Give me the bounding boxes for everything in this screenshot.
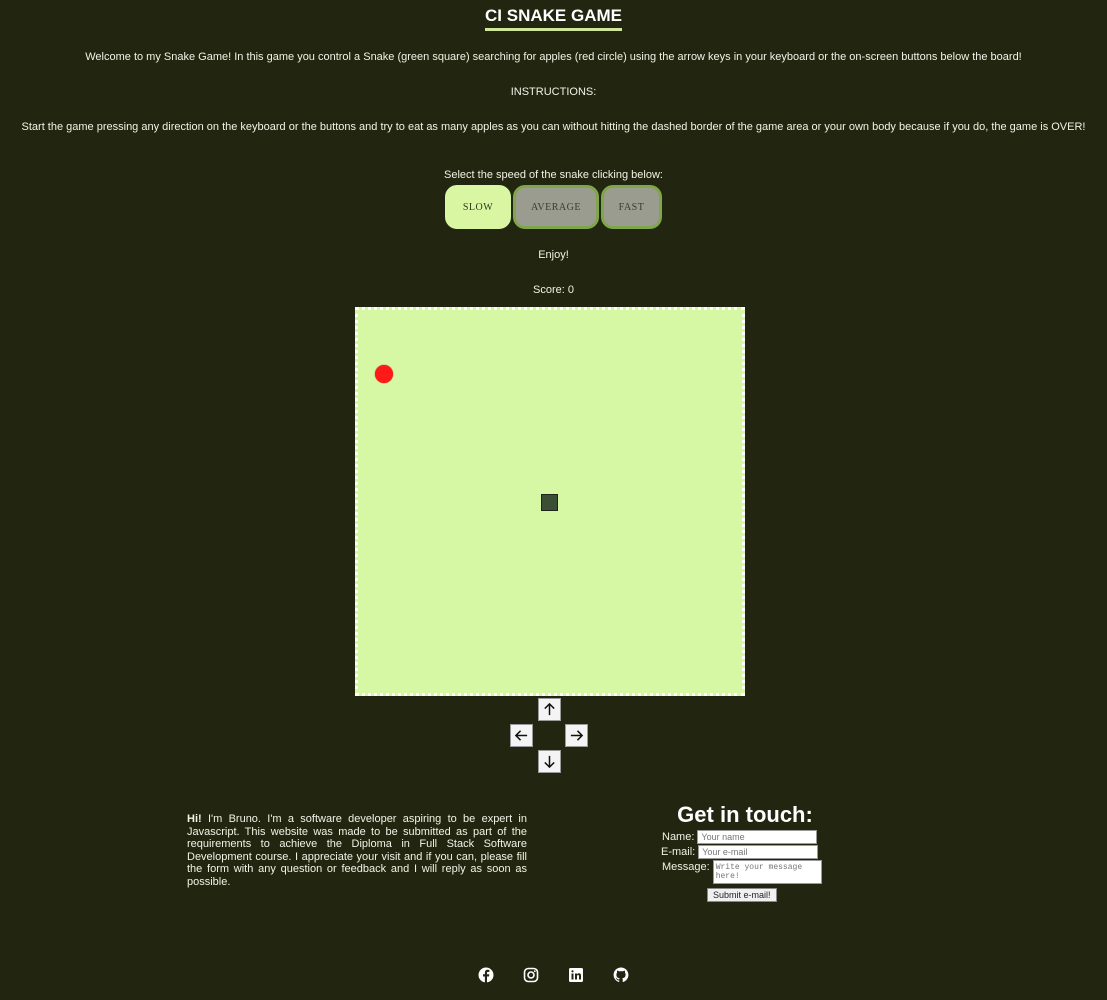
- name-label: Name:: [662, 831, 695, 843]
- arrow-right-icon: [570, 730, 584, 741]
- select-speed-text: Select the speed of the snake clicking b…: [444, 169, 663, 181]
- fast-speed-button[interactable]: FAST: [601, 185, 662, 229]
- name-field[interactable]: [697, 830, 818, 844]
- github-icon: [613, 967, 629, 983]
- page-header: CI SNAKE GAME: [0, 6, 1107, 31]
- instructions-text: Start the game pressing any direction on…: [21, 121, 1086, 133]
- average-speed-button[interactable]: AVERAGE: [513, 185, 599, 229]
- right-button[interactable]: [565, 724, 588, 747]
- arrow-up-icon: [544, 702, 555, 716]
- about-text: Hi! I'm Bruno. I'm a software developer …: [187, 813, 527, 888]
- score-display: Score: 0: [533, 284, 574, 296]
- email-field[interactable]: [698, 845, 819, 859]
- contact-heading: Get in touch:: [677, 802, 813, 827]
- message-label: Message:: [662, 861, 710, 873]
- down-button[interactable]: [538, 750, 561, 773]
- welcome-text: Welcome to my Snake Game! In this game y…: [85, 51, 1022, 63]
- github-link[interactable]: [613, 967, 629, 983]
- contact-form: Get in touch: Name: E-mail: Message: Sub…: [650, 802, 840, 902]
- email-label: E-mail:: [661, 846, 696, 858]
- facebook-link[interactable]: [478, 967, 494, 983]
- social-links: [0, 967, 1107, 983]
- email-row: E-mail:: [661, 845, 840, 859]
- left-button[interactable]: [510, 724, 533, 747]
- game-board: [355, 307, 745, 696]
- snake-head: [541, 494, 558, 511]
- enjoy-text: Enjoy!: [538, 249, 569, 261]
- facebook-icon: [478, 967, 494, 983]
- instagram-link[interactable]: [523, 967, 539, 983]
- speed-selector: SLOW AVERAGE FAST: [0, 185, 1107, 229]
- arrow-left-icon: [514, 730, 528, 741]
- instagram-icon: [523, 967, 539, 983]
- slow-speed-button[interactable]: SLOW: [445, 185, 511, 229]
- message-field[interactable]: [712, 860, 822, 884]
- name-row: Name:: [662, 830, 840, 844]
- page-title: CI SNAKE GAME: [485, 6, 622, 31]
- up-button[interactable]: [538, 698, 561, 721]
- instructions-heading: INSTRUCTIONS:: [510, 86, 597, 98]
- submit-button[interactable]: Submit e-mail!: [707, 888, 777, 902]
- about-greeting: Hi!: [187, 813, 202, 825]
- linkedin-link[interactable]: [568, 967, 584, 983]
- about-body: I'm Bruno. I'm a software developer aspi…: [187, 813, 527, 888]
- linkedin-icon: [569, 968, 583, 982]
- arrow-down-icon: [544, 755, 555, 769]
- message-row: Message:: [662, 860, 840, 884]
- apple: [375, 365, 393, 383]
